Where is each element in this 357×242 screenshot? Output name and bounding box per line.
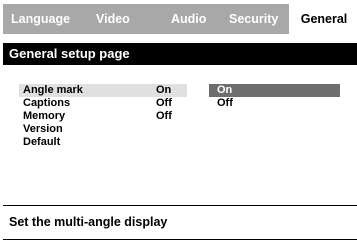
setting-label: Version <box>23 123 63 135</box>
option-on[interactable]: On <box>209 84 340 97</box>
setting-label: Captions <box>23 97 71 109</box>
setting-row-memory[interactable]: Memory Off <box>3 110 357 123</box>
tab-security[interactable]: Security <box>229 4 278 34</box>
help-text: Set the multi-angle display <box>9 215 168 229</box>
tab-bar: Language Video Audio Security General <box>3 4 357 34</box>
setting-value: Off <box>156 110 172 122</box>
setting-row-default[interactable]: Default <box>3 136 357 149</box>
setting-value: Off <box>156 97 172 109</box>
option-off[interactable]: Off <box>209 97 340 110</box>
tab-general[interactable]: General <box>289 4 357 34</box>
setting-row-version[interactable]: Version <box>3 123 357 136</box>
tab-video[interactable]: Video <box>96 4 130 34</box>
setting-label: Memory <box>23 110 66 122</box>
setup-menu: Language Video Audio Security General Ge… <box>3 4 357 240</box>
tab-audio[interactable]: Audio <box>171 4 206 34</box>
page-title: General setup page <box>3 43 357 65</box>
tab-language[interactable]: Language <box>11 4 70 34</box>
setting-label: Angle mark <box>23 84 83 96</box>
setting-label: Default <box>23 136 61 148</box>
setting-value: On <box>156 84 172 96</box>
